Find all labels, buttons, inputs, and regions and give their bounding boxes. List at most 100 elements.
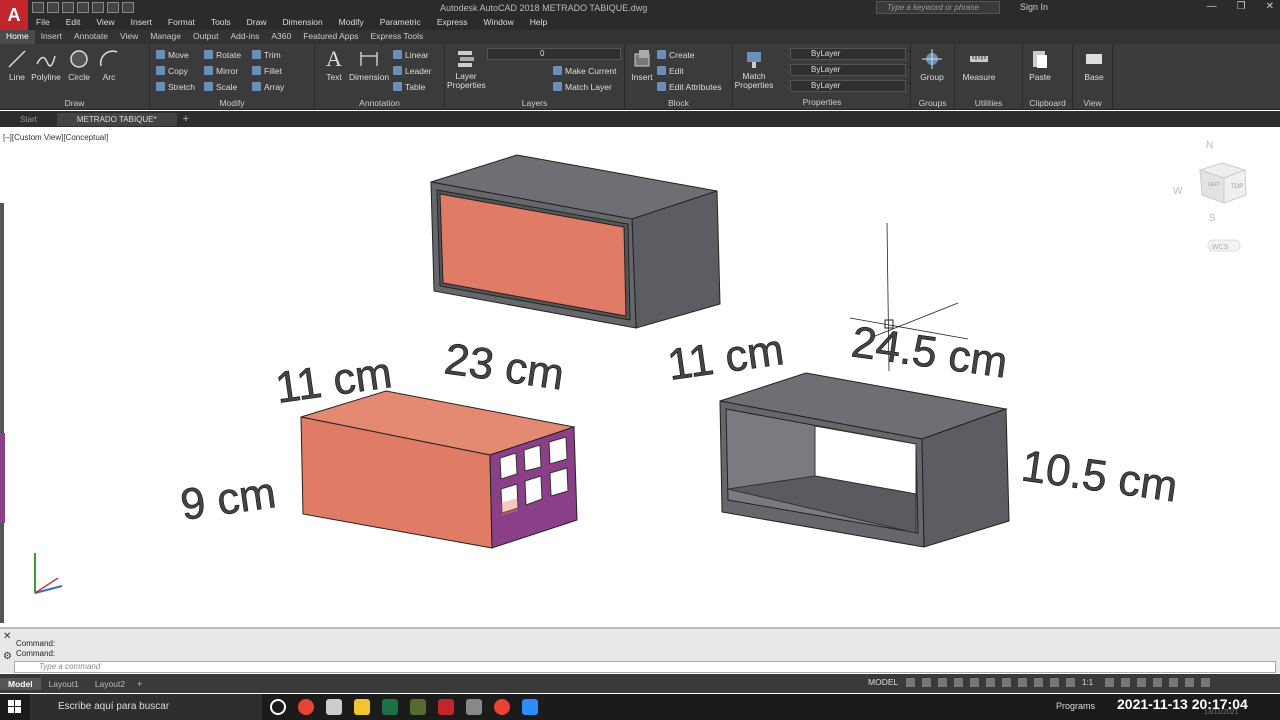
menu-help[interactable]: Help — [522, 16, 555, 30]
redo-icon[interactable] — [122, 2, 134, 13]
ribbon-tab-annotate[interactable]: Annotate — [68, 30, 114, 44]
customization-icon[interactable] — [1201, 678, 1210, 687]
polyline-tool[interactable]: Polyline — [28, 48, 64, 82]
menu-express[interactable]: Express — [429, 16, 476, 30]
copy-tool[interactable]: Copy — [156, 66, 188, 76]
close-command-icon[interactable]: ✕ — [3, 631, 11, 642]
units-icon[interactable] — [1121, 678, 1130, 687]
quick-properties-icon[interactable] — [1137, 678, 1146, 687]
close-icon[interactable]: ✕ — [1266, 1, 1274, 12]
rotate-tool[interactable]: Rotate — [204, 50, 241, 60]
model-tab[interactable]: Model — [0, 677, 41, 690]
move-tool[interactable]: Move — [156, 50, 189, 60]
circle-tool[interactable]: Circle — [62, 48, 96, 82]
menu-window[interactable]: Window — [476, 16, 522, 30]
groups-panel-title[interactable]: Groups — [911, 98, 954, 108]
menu-edit[interactable]: Edit — [58, 16, 89, 30]
viewcube[interactable]: N W S TOP LEFT WCS — [1173, 140, 1247, 252]
layer-dropdown[interactable]: 0 — [487, 48, 621, 60]
ribbon-tab-output[interactable]: Output — [187, 30, 225, 44]
menu-insert[interactable]: Insert — [123, 16, 160, 30]
utilities-panel-title[interactable]: Utilities — [955, 98, 1022, 108]
application-menu-button[interactable]: A — [0, 0, 28, 31]
array-tool[interactable]: Array — [252, 82, 284, 92]
polar-icon[interactable] — [954, 678, 963, 687]
leader-tool[interactable]: Leader — [393, 66, 431, 76]
table-tool[interactable]: Table — [393, 82, 425, 92]
save-icon[interactable] — [62, 2, 74, 13]
text-tool[interactable]: A Text — [317, 48, 351, 83]
open-icon[interactable] — [47, 2, 59, 13]
ribbon-tab-add-ins[interactable]: Add-ins — [225, 30, 266, 44]
autocad-icon[interactable] — [438, 699, 454, 715]
mirror-tool[interactable]: Mirror — [204, 66, 238, 76]
create-block-tool[interactable]: Create — [657, 50, 695, 60]
layout2-tab[interactable]: Layout2 — [87, 678, 133, 690]
menu-modify[interactable]: Modify — [331, 16, 372, 30]
otrack-icon[interactable] — [986, 678, 995, 687]
properties-panel-title[interactable]: Properties — [733, 97, 911, 107]
match-layer-tool[interactable]: Match Layer — [553, 82, 612, 92]
layers-panel-title[interactable]: Layers — [445, 98, 624, 108]
chrome-icon-2[interactable] — [494, 699, 510, 715]
ribbon-tab-insert[interactable]: Insert — [35, 30, 68, 44]
app-icon-2[interactable] — [410, 699, 426, 715]
autoscale-icon[interactable] — [1066, 678, 1075, 687]
windows-start-icon[interactable] — [8, 700, 22, 714]
viewcube-north[interactable]: N — [1206, 140, 1213, 151]
annotation-scale-icon[interactable]: 1:1 — [1082, 678, 1098, 687]
linear-tool[interactable]: Linear — [393, 50, 429, 60]
ribbon-tab-featured-apps[interactable]: Featured Apps — [297, 30, 364, 44]
menu-view[interactable]: View — [88, 16, 122, 30]
group-tool[interactable]: Group — [915, 48, 949, 82]
match-properties-tool[interactable]: Match Properties — [733, 48, 775, 90]
trim-tool[interactable]: Trim — [252, 50, 281, 60]
viewcube-top[interactable]: TOP — [1231, 184, 1243, 190]
annotation-visibility-icon[interactable] — [1050, 678, 1059, 687]
model-space-button[interactable]: MODEL — [868, 677, 898, 687]
clean-screen-icon[interactable] — [1185, 678, 1194, 687]
viewcube-west[interactable]: W — [1173, 186, 1183, 197]
ribbon-tab-view[interactable]: View — [114, 30, 144, 44]
stretch-tool[interactable]: Stretch — [156, 82, 195, 92]
edit-block-tool[interactable]: Edit — [657, 66, 684, 76]
layer-properties-tool[interactable]: Layer Properties — [447, 48, 486, 90]
menu-dimension[interactable]: Dimension — [275, 16, 331, 30]
command-input[interactable]: Type a command — [14, 661, 1276, 673]
annotation-panel-title[interactable]: Annotation — [315, 98, 444, 108]
lineweight-icon[interactable] — [1002, 678, 1011, 687]
wcs-menu[interactable]: WCS — [1212, 244, 1229, 251]
sign-in-button[interactable]: Sign In — [1020, 2, 1048, 12]
isolate-objects-icon[interactable] — [1153, 678, 1162, 687]
viewcube-left[interactable]: LEFT — [1208, 182, 1220, 188]
transparency-icon[interactable] — [1018, 678, 1027, 687]
fillet-tool[interactable]: Fillet — [252, 66, 282, 76]
base-tool[interactable]: Base — [1077, 48, 1111, 82]
arc-tool[interactable]: Arc — [92, 48, 126, 82]
make-current-tool[interactable]: Make Current — [553, 66, 617, 76]
taskbar-search-input[interactable]: Escribe aquí para buscar — [30, 694, 262, 720]
new-tab-icon[interactable]: + — [177, 113, 195, 125]
search-input[interactable]: Type a keyword or phrase — [876, 1, 1000, 14]
command-settings-icon[interactable]: ⚙ — [3, 651, 12, 662]
plot-icon[interactable] — [92, 2, 104, 13]
app-icon[interactable] — [326, 699, 342, 715]
task-view-icon[interactable] — [270, 699, 286, 715]
grid-icon[interactable] — [906, 678, 915, 687]
osnap-icon[interactable] — [970, 678, 979, 687]
insert-tool[interactable]: Insert — [625, 48, 659, 82]
app-icon-3[interactable] — [466, 699, 482, 715]
chrome-icon[interactable] — [298, 699, 314, 715]
draw-panel-title[interactable]: Draw — [0, 98, 149, 108]
programs-toolbar[interactable]: Programs — [1056, 701, 1095, 711]
modify-panel-title[interactable]: Modify — [150, 98, 314, 108]
menu-file[interactable]: File — [28, 16, 58, 30]
new-icon[interactable] — [32, 2, 44, 13]
file-explorer-icon[interactable] — [354, 699, 370, 715]
menu-parametric[interactable]: Parametric — [372, 16, 429, 30]
clipboard-panel-title[interactable]: Clipboard — [1023, 98, 1072, 108]
ribbon-tab-express-tools[interactable]: Express Tools — [365, 30, 430, 44]
paste-tool[interactable]: Paste — [1023, 48, 1057, 82]
menu-draw[interactable]: Draw — [239, 16, 275, 30]
menu-tools[interactable]: Tools — [203, 16, 239, 30]
